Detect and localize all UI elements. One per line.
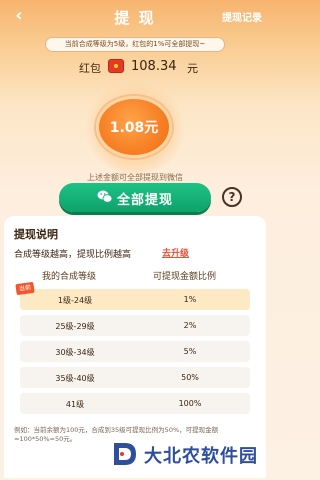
- current-level-tag: 当前: [15, 281, 35, 296]
- withdraw-all-button[interactable]: 全部提现: [59, 183, 211, 212]
- watermark-text: 大北农软件园: [144, 446, 258, 467]
- redpacket-unit: 元: [187, 62, 198, 75]
- upgrade-link[interactable]: 去升级: [162, 246, 189, 259]
- withdraw-all-label: 全部提现: [117, 193, 174, 208]
- site-watermark: 大北农软件园: [110, 436, 270, 472]
- withdraw-record-link[interactable]: 提现记录: [222, 9, 262, 24]
- explain-subtitle: 合成等级越高，提现比例越高: [14, 250, 132, 260]
- header: ‹ 提 现 提现记录: [0, 0, 270, 34]
- withdraw-amount: 1.08元: [109, 120, 159, 136]
- table-row: 35级-40级 50%: [20, 367, 250, 388]
- explain-title: 提现说明: [14, 228, 58, 241]
- redpacket-icon: [108, 59, 124, 73]
- table-row: 25级-29级 2%: [20, 315, 250, 336]
- table-header: 我的合成等级 可提现金额比例: [20, 266, 250, 284]
- table-row: 41级 100%: [20, 393, 250, 414]
- redpacket-balance: 红包 108.34 元: [0, 58, 270, 76]
- row-level: 25级-29级: [55, 322, 95, 331]
- row-ratio: 50%: [181, 373, 199, 382]
- redpacket-amount: 108.34: [131, 59, 177, 74]
- row-level: 35级-40级: [55, 374, 95, 383]
- row-level: 30级-34级: [55, 348, 95, 357]
- row-ratio: 1%: [183, 295, 197, 304]
- table-row: 当前 1级-24级 1%: [15, 281, 250, 310]
- col-ratio-header: 可提现金额比例: [153, 272, 217, 282]
- wechat-note: 上述金额可全部提现到微信: [87, 173, 183, 182]
- withdraw-amount-coin: 1.08元: [96, 96, 172, 158]
- row-level: 1级-24级: [57, 296, 93, 305]
- row-ratio: 5%: [183, 347, 197, 356]
- redpacket-label: 红包: [79, 62, 101, 75]
- level-tip-banner: 当前合成等级为5级，红包的1%可全部提现~: [45, 37, 225, 52]
- table-row: 30级-34级 5%: [20, 341, 250, 362]
- row-ratio: 100%: [178, 399, 202, 408]
- row-ratio: 2%: [183, 321, 197, 330]
- help-icon[interactable]: ?: [222, 187, 242, 207]
- row-level: 41级: [65, 400, 85, 409]
- col-level-header: 我的合成等级: [42, 272, 97, 282]
- wechat-icon: [97, 189, 113, 204]
- watermark-logo-icon: [114, 443, 136, 465]
